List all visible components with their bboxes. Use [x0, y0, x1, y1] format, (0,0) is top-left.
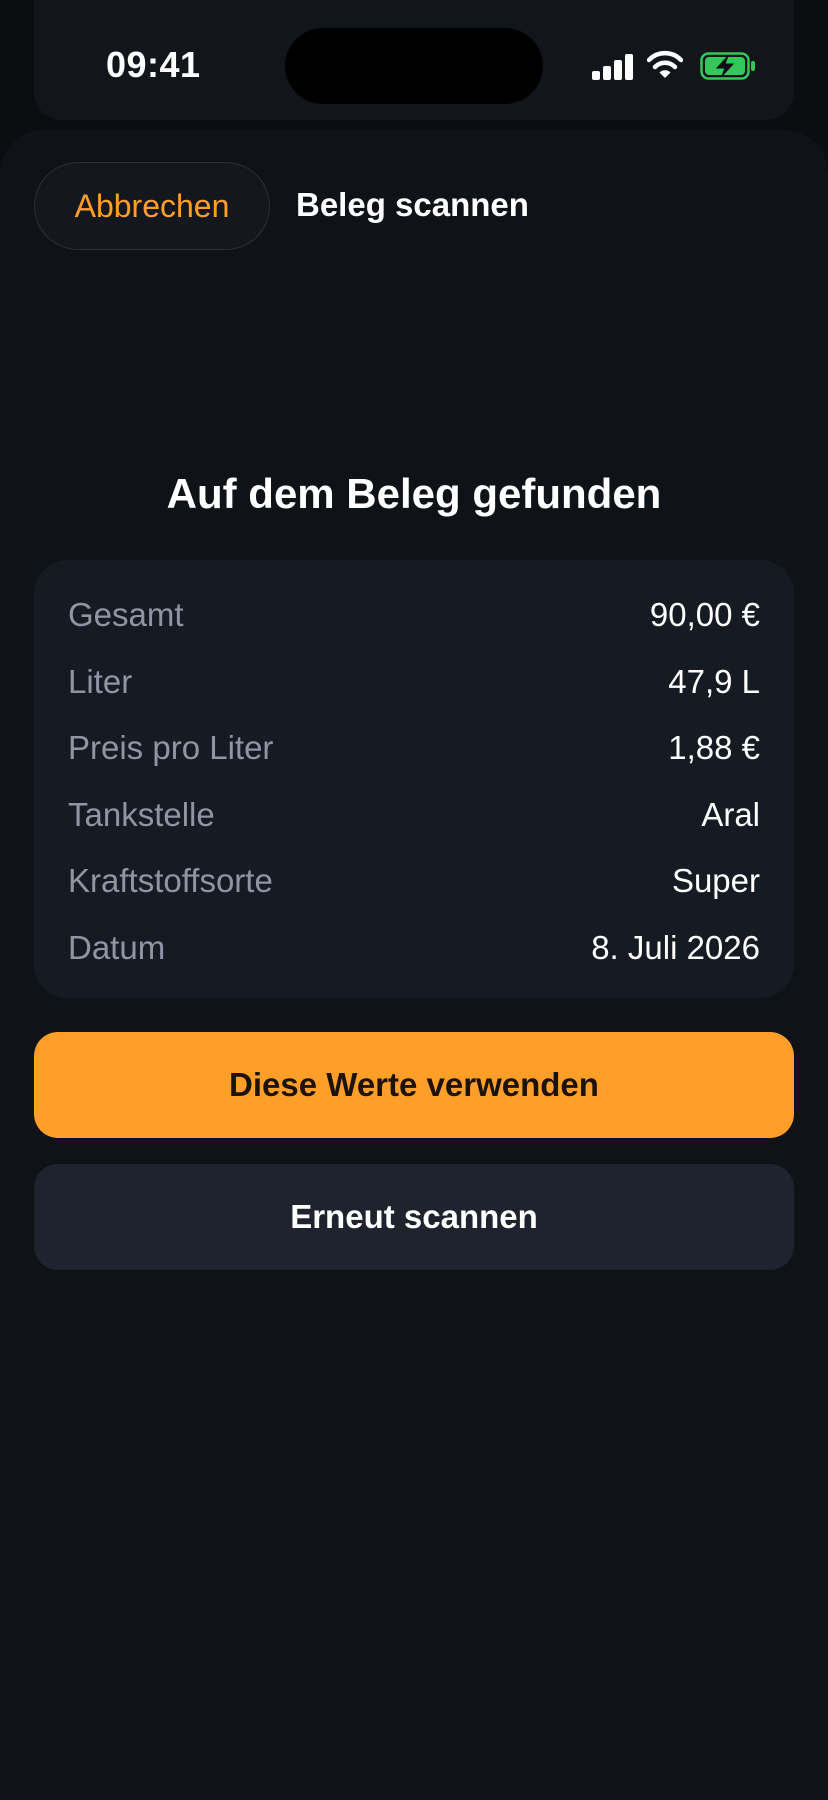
status-bar: 09:41 — [0, 0, 828, 130]
result-label: Kraftstoffsorte — [68, 862, 273, 900]
result-value: 8. Juli 2026 — [591, 928, 760, 966]
result-value: Super — [671, 862, 760, 900]
sheet-title: Beleg scannen — [296, 186, 529, 223]
result-row-date: Datum 8. Juli 2026 — [68, 915, 760, 982]
result-label: Liter — [68, 662, 133, 700]
cancel-button[interactable]: Abbrechen — [34, 162, 270, 250]
status-time: 09:41 — [106, 44, 201, 85]
battery-charging-icon — [700, 52, 755, 80]
result-value: 47,9 L — [668, 662, 760, 700]
result-value: Aral — [701, 795, 760, 833]
result-label: Datum — [68, 928, 166, 966]
results-heading: Auf dem Beleg gefunden — [166, 470, 662, 517]
dynamic-island — [285, 28, 543, 104]
result-row-liters: Liter 47,9 L — [68, 649, 760, 716]
result-row-fuel-type: Kraftstoffsorte Super — [68, 848, 760, 915]
result-value: 90,00 € — [649, 596, 760, 634]
signal-icon — [592, 54, 634, 80]
result-row-total: Gesamt 90,00 € — [68, 582, 760, 649]
use-values-button[interactable]: Diese Werte verwenden — [34, 1032, 794, 1138]
result-row-station: Tankstelle Aral — [68, 782, 760, 849]
result-value: 1,88 € — [668, 729, 760, 767]
result-label: Tankstelle — [68, 795, 215, 833]
rescan-button[interactable]: Erneut scannen — [34, 1164, 794, 1270]
results-card: Gesamt 90,00 € Liter 47,9 L Preis pro Li… — [34, 560, 794, 998]
result-label: Preis pro Liter — [68, 729, 274, 767]
wifi-icon — [647, 50, 683, 78]
result-row-price-per-liter: Preis pro Liter 1,88 € — [68, 715, 760, 782]
result-label: Gesamt — [68, 596, 184, 634]
